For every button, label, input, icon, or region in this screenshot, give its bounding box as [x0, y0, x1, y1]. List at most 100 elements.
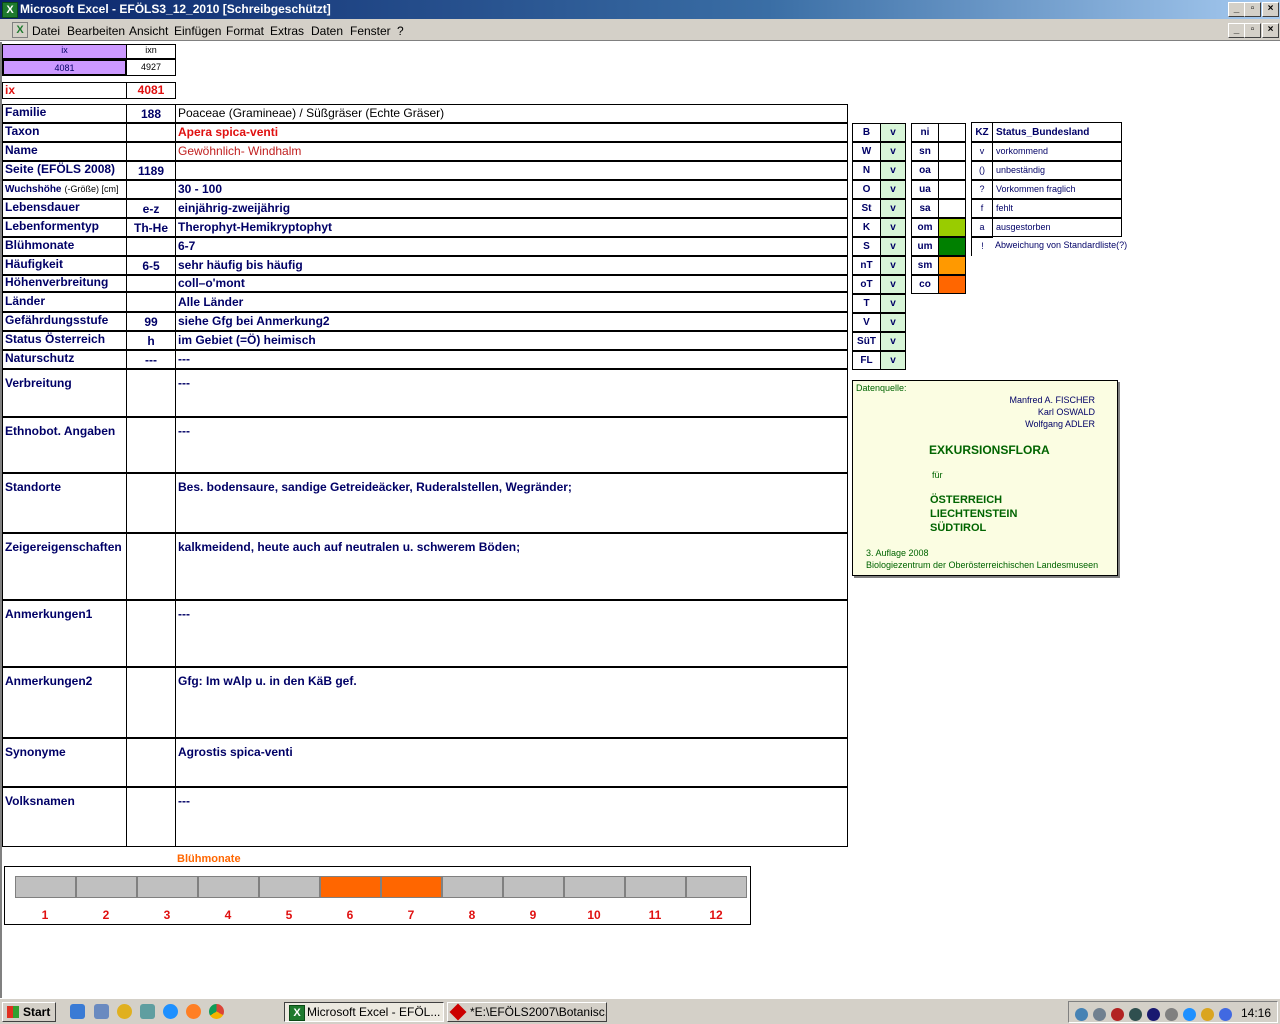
- note-code[interactable]: [126, 533, 176, 600]
- note-label[interactable]: Standorte: [2, 473, 127, 533]
- altitude-code[interactable]: co: [911, 275, 939, 294]
- note-code[interactable]: [126, 738, 176, 787]
- legend-text[interactable]: vorkommend: [992, 142, 1122, 161]
- row-value[interactable]: sehr häufig bis häufig: [175, 256, 848, 275]
- row-code[interactable]: [126, 275, 176, 292]
- menu-format[interactable]: Format: [226, 24, 264, 38]
- row-label[interactable]: Lebenformentyp: [2, 218, 127, 237]
- row-value[interactable]: Poaceae (Gramineae) / Süßgräser (Echte G…: [175, 104, 848, 123]
- tool-icon[interactable]: [140, 1004, 155, 1019]
- row-label[interactable]: Wuchshöhe (-Größe) [cm]: [2, 180, 127, 199]
- legend-text[interactable]: fehlt: [992, 199, 1122, 218]
- row-label[interactable]: Status Österreich: [2, 331, 127, 350]
- search-icon[interactable]: [1075, 1008, 1088, 1021]
- ix-header[interactable]: ix: [2, 44, 127, 59]
- row-code[interactable]: 6-5: [126, 256, 176, 275]
- note-label[interactable]: Anmerkungen2: [2, 667, 127, 738]
- note-value[interactable]: ---: [175, 787, 848, 847]
- note-code[interactable]: [126, 600, 176, 667]
- state-value[interactable]: v: [880, 275, 906, 294]
- row-code[interactable]: [126, 142, 176, 161]
- state-code[interactable]: W: [852, 142, 881, 161]
- altitude-color[interactable]: [938, 256, 966, 275]
- note-label[interactable]: Verbreitung: [2, 369, 127, 417]
- state-code[interactable]: St: [852, 199, 881, 218]
- state-code[interactable]: oT: [852, 275, 881, 294]
- month-bar[interactable]: [381, 876, 442, 898]
- ixn-header[interactable]: ixn: [126, 44, 176, 59]
- info-icon[interactable]: [1183, 1008, 1196, 1021]
- note-code[interactable]: [126, 417, 176, 473]
- row-value[interactable]: coll–o'mont: [175, 275, 848, 292]
- row-code[interactable]: [126, 123, 176, 142]
- note-code[interactable]: [126, 667, 176, 738]
- task-editor[interactable]: *E:\EFÖLS2007\Botanisc...: [447, 1002, 607, 1022]
- state-code[interactable]: K: [852, 218, 881, 237]
- row-value[interactable]: 30 - 100: [175, 180, 848, 199]
- media-icon[interactable]: [117, 1004, 132, 1019]
- disk-icon[interactable]: [1165, 1008, 1178, 1021]
- note-value[interactable]: ---: [175, 369, 848, 417]
- row-code[interactable]: 99: [126, 312, 176, 331]
- state-code[interactable]: O: [852, 180, 881, 199]
- altitude-code[interactable]: sn: [911, 142, 939, 161]
- row-label[interactable]: Naturschutz: [2, 350, 127, 369]
- state-value[interactable]: v: [880, 218, 906, 237]
- menu-help[interactable]: ?: [397, 24, 404, 38]
- row-code[interactable]: ---: [126, 350, 176, 369]
- row-label[interactable]: Länder: [2, 292, 127, 312]
- note-value[interactable]: Agrostis spica-venti: [175, 738, 848, 787]
- month-bar[interactable]: [259, 876, 320, 898]
- altitude-code[interactable]: ua: [911, 180, 939, 199]
- menu-bearbeiten[interactable]: Bearbeiten: [67, 24, 125, 38]
- legend-kz[interactable]: a: [971, 218, 993, 237]
- doc-restore-button[interactable]: ▫: [1244, 23, 1261, 38]
- state-code[interactable]: N: [852, 161, 881, 180]
- row-code[interactable]: 1189: [126, 161, 176, 180]
- row-value[interactable]: Gewöhnlich- Windhalm: [175, 142, 848, 161]
- ie-icon[interactable]: [163, 1004, 178, 1019]
- menu-datei[interactable]: Datei: [32, 24, 60, 38]
- row-label[interactable]: Seite (EFÖLS 2008): [2, 161, 127, 180]
- firefox-icon[interactable]: [186, 1004, 201, 1019]
- state-code[interactable]: FL: [852, 351, 881, 370]
- doc-minimize-button[interactable]: _: [1228, 23, 1245, 38]
- state-code[interactable]: B: [852, 123, 881, 142]
- note-label[interactable]: Anmerkungen1: [2, 600, 127, 667]
- note-value[interactable]: ---: [175, 417, 848, 473]
- network-icon[interactable]: [1093, 1008, 1106, 1021]
- note-label[interactable]: Synonyme: [2, 738, 127, 787]
- row-code[interactable]: [126, 292, 176, 312]
- row-code[interactable]: [126, 237, 176, 256]
- state-value[interactable]: v: [880, 294, 906, 313]
- usb-icon[interactable]: [1201, 1008, 1214, 1021]
- altitude-code[interactable]: ni: [911, 123, 939, 142]
- note-code[interactable]: [126, 369, 176, 417]
- row-label[interactable]: Lebensdauer: [2, 199, 127, 218]
- doc-close-button[interactable]: ×: [1262, 23, 1279, 38]
- month-bar[interactable]: [15, 876, 76, 898]
- row-value[interactable]: [175, 161, 848, 180]
- row-label[interactable]: Häufigkeit: [2, 256, 127, 275]
- row-value[interactable]: einjährig-zweijährig: [175, 199, 848, 218]
- alert-icon[interactable]: [1111, 1008, 1124, 1021]
- month-bar[interactable]: [625, 876, 686, 898]
- note-label[interactable]: Ethnobot. Angaben: [2, 417, 127, 473]
- altitude-color[interactable]: [938, 218, 966, 237]
- row-code[interactable]: h: [126, 331, 176, 350]
- row-value[interactable]: Alle Länder: [175, 292, 848, 312]
- state-value[interactable]: v: [880, 256, 906, 275]
- explorer-icon[interactable]: [94, 1004, 109, 1019]
- workbook-icon[interactable]: X: [12, 22, 28, 38]
- altitude-code[interactable]: sa: [911, 199, 939, 218]
- minimize-button[interactable]: _: [1228, 2, 1245, 17]
- row-label[interactable]: Name: [2, 142, 127, 161]
- legend-kz[interactable]: v: [971, 142, 993, 161]
- row-label[interactable]: Blühmonate: [2, 237, 127, 256]
- month-bar[interactable]: [320, 876, 381, 898]
- row-value[interactable]: ---: [175, 350, 848, 369]
- legend-kz[interactable]: ?: [971, 180, 993, 199]
- ix2-value[interactable]: 4081: [126, 82, 176, 99]
- state-value[interactable]: v: [880, 199, 906, 218]
- row-label[interactable]: Familie: [2, 104, 127, 123]
